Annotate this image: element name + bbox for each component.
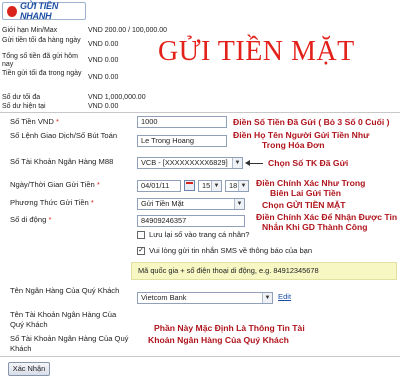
required-mark: * xyxy=(96,180,100,189)
bank-account-note: Chọn Số TK Đã Gửi xyxy=(268,158,349,168)
amount-label: Số Tiền VND * xyxy=(10,117,59,127)
bank-account-select[interactable]: VCB - [XXXXXXXXX6829] ▼ xyxy=(137,157,243,169)
date-input[interactable]: 04/01/11 xyxy=(137,180,181,192)
transaction-note-line1: Điền Họ Tên Người Gửi Tiền Như xyxy=(233,130,370,140)
customer-bank-value: Vietcom Bank xyxy=(141,293,187,302)
chevron-down-icon: ▼ xyxy=(232,158,242,168)
sms-notify-checkbox[interactable]: ✓ xyxy=(137,247,145,255)
transaction-note-line2: Trong Hóa Đơn xyxy=(262,140,325,150)
page-title: GỬI TIỀN MẶT xyxy=(158,36,355,67)
minute-select[interactable]: 18 ▼ xyxy=(225,180,249,192)
required-mark: * xyxy=(90,198,94,207)
phone-format-hint: Mã quốc gia + số điện thoại di động, e.g… xyxy=(131,262,397,280)
required-mark: * xyxy=(56,117,59,126)
sms-notify-label: Vui lòng gửi tin nhắn SMS về thông báo c… xyxy=(149,246,313,255)
transaction-label: Số Lệnh Giao Dịch/Số Bút Toán xyxy=(10,131,118,140)
limit-balance-max-label: Số dư tối đa xyxy=(2,94,41,101)
edit-link[interactable]: Edit xyxy=(278,292,291,301)
logo-mark-icon xyxy=(7,5,17,17)
chevron-down-icon: ▼ xyxy=(234,199,244,209)
datetime-note-line1: Điền Chính Xác Như Trong xyxy=(256,178,366,188)
method-value: Gửi Tiền Mặt xyxy=(141,199,184,208)
logo-text: GỬI TIỀN NHANH xyxy=(19,1,59,21)
chevron-down-icon: ▼ xyxy=(211,181,221,191)
phone-note-line1: Điền Chính Xác Để Nhận Được Tin xyxy=(256,212,398,222)
limit-day-max-label: Tiền gửi tối đa trong ngày xyxy=(2,70,82,77)
limit-day-max-value: VND 0.00 xyxy=(88,74,119,81)
arrow-line xyxy=(249,163,263,164)
limit-today-label: Tổng số tiền đã gửi hôm nay xyxy=(2,53,78,68)
minute-value: 18 xyxy=(229,181,238,190)
limit-balance-label: Số dư hiện tại xyxy=(2,103,46,110)
method-label-text: Phương Thức Gửi Tiền xyxy=(10,198,89,207)
method-label: Phương Thức Gửi Tiền * xyxy=(10,198,94,208)
datetime-note-line2: Biên Lai Gửi Tiền xyxy=(270,188,342,198)
customer-account-number-label: Số Tài Khoản Ngân Hàng Của Quý Khách xyxy=(10,334,129,353)
amount-input[interactable]: 1000 xyxy=(137,116,227,128)
limit-minmax-label: Giới hạn Min/Max xyxy=(2,27,58,34)
customer-bank-label: Tên Ngân Hàng Của Quý Khách xyxy=(10,286,120,295)
customer-account-name-label: Tên Tài Khoản Ngân Hàng Của Quý Khách xyxy=(10,310,117,329)
limit-balance-value: VND 0.00 xyxy=(88,103,119,110)
customer-bank-select[interactable]: Vietcom Bank ▼ xyxy=(137,292,273,304)
default-note-line2: Khoản Ngân Hàng Của Quý Khách xyxy=(148,335,289,345)
amount-note: Điền Số Tiền Đã Gửi ( Bỏ 3 Số 0 Cuối ) xyxy=(233,117,390,127)
datetime-label-text: Ngày/Thời Gian Gửi Tiền xyxy=(10,180,95,189)
bank-account-label: Số Tài Khoản Ngân Hàng M88 xyxy=(10,157,114,166)
bank-account-value: VCB - [XXXXXXXXX6829] xyxy=(141,158,228,167)
default-note-line1: Phần Này Mặc Định Là Thông Tin Tài xyxy=(154,323,305,333)
chevron-down-icon: ▼ xyxy=(262,293,272,303)
save-phone-label: Lưu lại số vào trang cá nhân? xyxy=(149,230,250,239)
phone-note-line2: Nhắn Khi GD Thành Công xyxy=(262,222,368,232)
chevron-down-icon: ▼ xyxy=(238,181,248,191)
limit-daily-value: VND 0.00 xyxy=(88,41,119,48)
hour-select[interactable]: 15 ▼ xyxy=(198,180,222,192)
phone-label: Số di động * xyxy=(10,215,51,225)
phone-label-text: Số di động xyxy=(10,215,47,224)
calendar-icon[interactable] xyxy=(184,180,195,191)
divider xyxy=(0,112,400,113)
divider xyxy=(0,356,400,357)
method-select[interactable]: Gửi Tiền Mặt ▼ xyxy=(137,198,245,210)
method-note: Chọn GỬI TIỀN MẶT xyxy=(262,200,346,210)
limit-minmax-value: VND 200.00 / 100,000.00 xyxy=(88,27,168,34)
datetime-label: Ngày/Thời Gian Gửi Tiền * xyxy=(10,180,100,190)
amount-label-text: Số Tiền VND xyxy=(10,117,54,126)
limit-balance-max-value: VND 1,000,000.00 xyxy=(88,94,146,101)
save-phone-checkbox[interactable] xyxy=(137,231,145,239)
submit-button[interactable]: Xác Nhận xyxy=(8,362,50,376)
required-mark: * xyxy=(48,215,52,224)
transaction-input[interactable]: Le Trong Hoang xyxy=(137,135,227,147)
limit-daily-label: Gửi tiền tối đa hàng ngày xyxy=(2,37,81,44)
logo: GỬI TIỀN NHANH xyxy=(2,1,86,21)
phone-input[interactable]: 84909246357 xyxy=(137,215,245,227)
limit-today-value: VND 0.00 xyxy=(88,57,119,64)
hour-value: 15 xyxy=(202,181,211,190)
